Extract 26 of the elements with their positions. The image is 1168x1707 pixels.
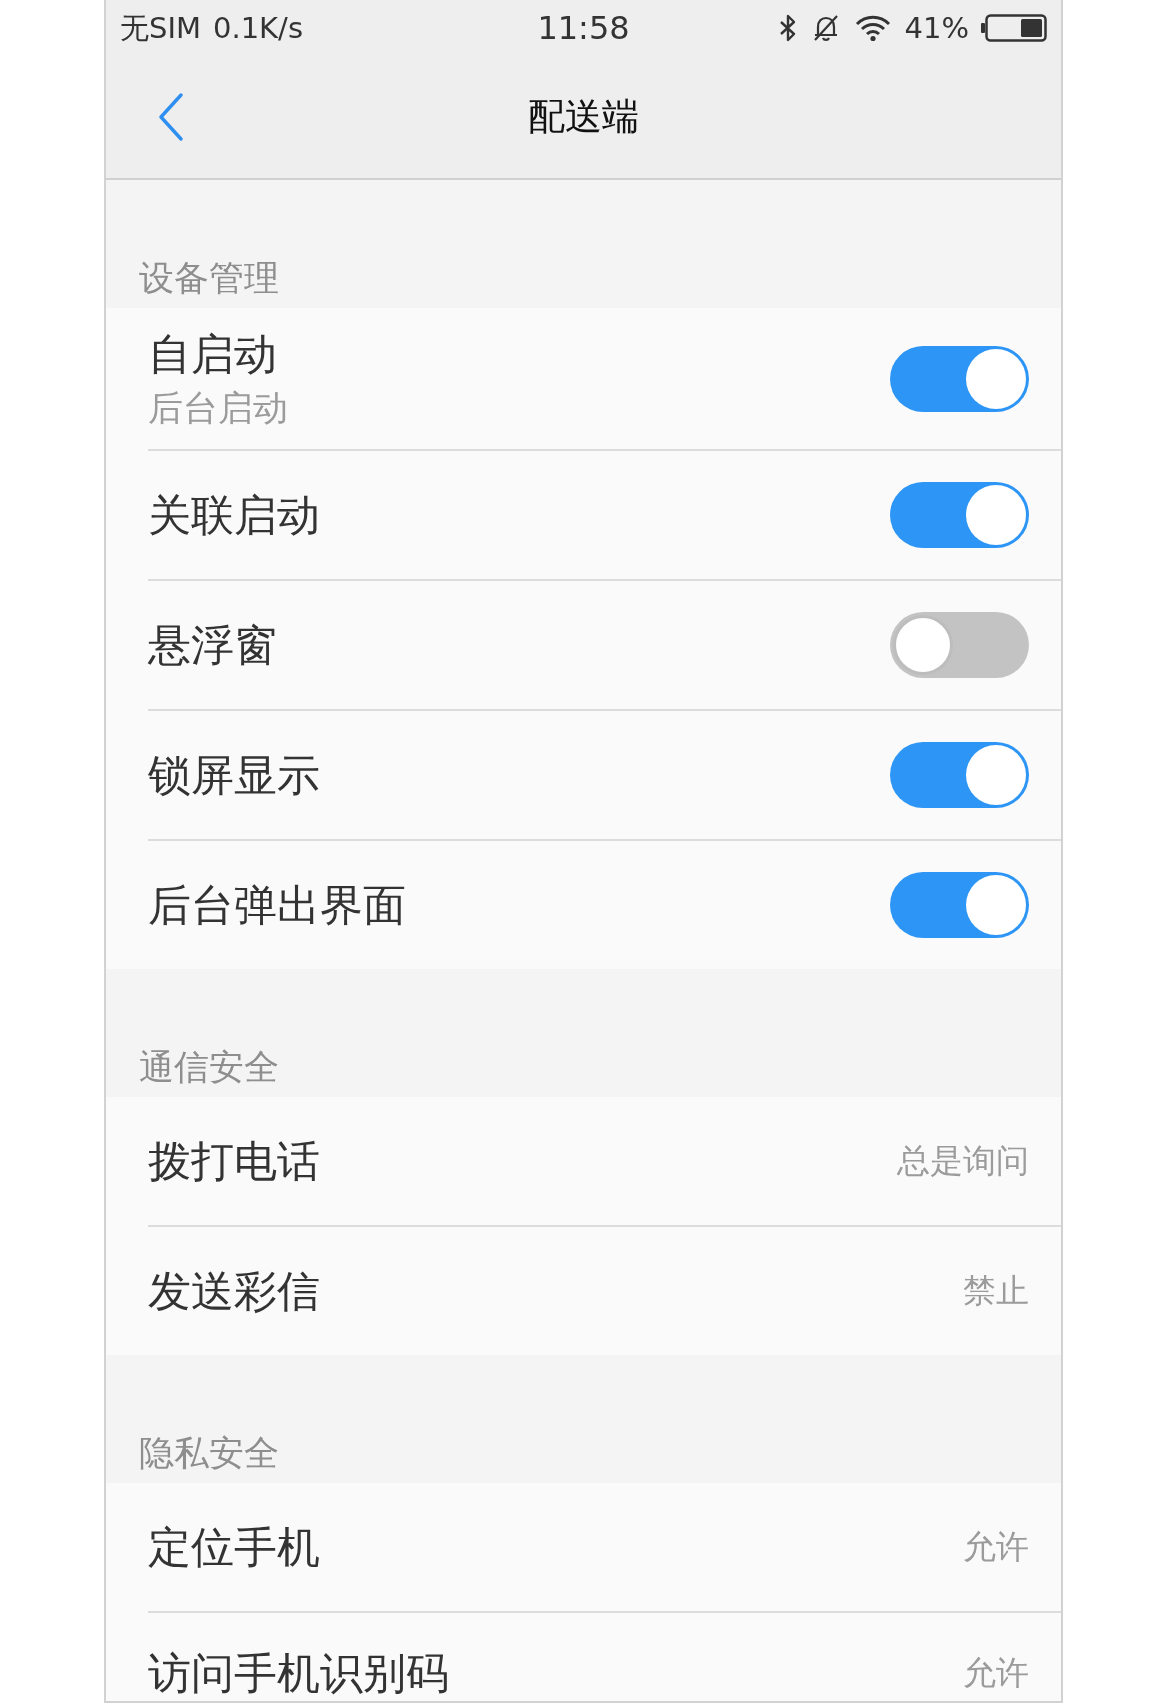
section-header: 设备管理 (139, 258, 279, 298)
setting-label: 定位手机 (148, 1523, 320, 1571)
wifi-icon (854, 14, 891, 42)
section-header: 通信安全 (139, 1047, 279, 1087)
battery-icon (981, 14, 1047, 42)
setting-value[interactable]: 允许 (963, 1649, 1029, 1697)
battery-percent: 41% (904, 11, 969, 45)
setting-value[interactable]: 总是询问 (897, 1141, 1029, 1181)
setting-label: 关联启动 (148, 491, 320, 539)
setting-value[interactable]: 允许 (963, 1527, 1029, 1567)
page-title: 配送端 (528, 95, 639, 139)
setting-label: 自启动 (148, 329, 278, 378)
setting-label: 悬浮窗 (148, 621, 277, 669)
setting-label: 锁屏显示 (148, 751, 320, 799)
setting-label: 访问手机识别码 (148, 1649, 449, 1697)
back-icon[interactable] (158, 93, 184, 141)
setting-label: 后台弹出界面 (148, 881, 406, 929)
carrier-text: 无SIM (120, 11, 201, 45)
setting-label: 拨打电话 (148, 1137, 320, 1185)
section-header: 隐私安全 (139, 1433, 279, 1473)
setting-label: 发送彩信 (148, 1267, 320, 1315)
setting-value[interactable]: 禁止 (963, 1271, 1029, 1311)
bluetooth-icon (778, 13, 797, 43)
network-speed: 0.1K/s (213, 11, 303, 45)
setting-description: 后台启动 (148, 387, 288, 428)
clock-time: 11:58 (537, 10, 630, 46)
